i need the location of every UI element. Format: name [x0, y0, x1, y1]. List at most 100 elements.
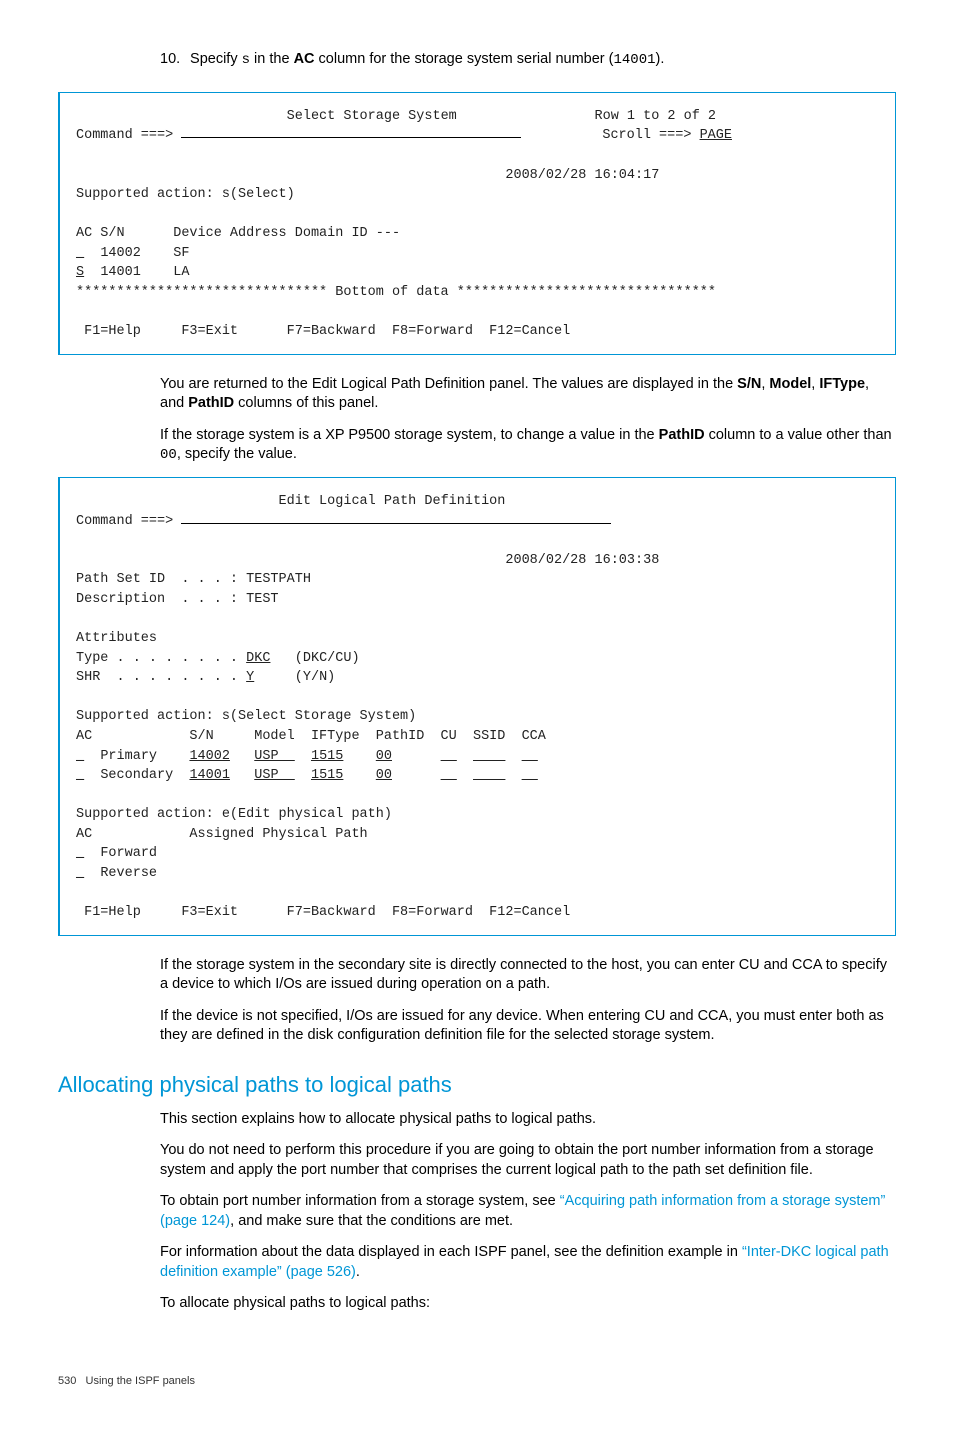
t1-r1-sn: 14002 — [100, 246, 141, 261]
p1-b1: S/N — [737, 376, 761, 392]
p1-b3: IFType — [819, 376, 865, 392]
para-explain: This section explains how to allocate ph… — [160, 1110, 896, 1130]
p2-t3: , specify the value. — [177, 446, 297, 462]
t2-hdr1: AC S/N Model IFType PathID CU SSID CCA — [76, 729, 546, 744]
p1-b4: PathID — [188, 395, 234, 411]
p2-code: 00 — [160, 447, 177, 463]
t1-title-line: Select Storage System Row 1 to 2 of 2 — [76, 109, 716, 124]
t2-r2-cca[interactable] — [522, 768, 538, 783]
p1-t1: You are returned to the Edit Logical Pat… — [160, 376, 737, 392]
section-heading: Allocating physical paths to logical pat… — [58, 1070, 896, 1100]
footer-page: 530 — [58, 1375, 76, 1387]
t2-cmd-input[interactable] — [181, 523, 611, 524]
t1-cmd-label: Command ===> — [76, 128, 173, 143]
step-number: 10. — [160, 50, 186, 70]
para-ispf-info: For information about the data displayed… — [160, 1243, 896, 1282]
t2-r2-sn[interactable]: 14001 — [189, 768, 230, 783]
p7-t1: To obtain port number information from a… — [160, 1193, 560, 1209]
t2-r1-sn[interactable]: 14002 — [189, 749, 230, 764]
t2-type-line: Type . . . . . . . . DKC (DKC/CU) — [76, 651, 360, 666]
step-text-3: column for the storage system serial num… — [315, 51, 614, 67]
t2-timestamp: 2008/02/28 16:03:38 — [505, 553, 659, 568]
t1-header: AC S/N Device Address Domain ID --- — [76, 226, 400, 241]
p8-t1: For information about the data displayed… — [160, 1244, 742, 1260]
t2-row-reverse: _ Reverse — [76, 866, 157, 881]
t1-timestamp: 2008/02/28 16:04:17 — [505, 168, 659, 183]
footer-title: Using the ISPF panels — [86, 1375, 195, 1387]
p1-t2: columns of this panel. — [234, 395, 378, 411]
t2-r2-p[interactable]: 00 — [376, 768, 392, 783]
t2-title: Edit Logical Path Definition — [279, 494, 506, 509]
t1-r1-ac[interactable]: _ — [76, 246, 84, 261]
p8-t2: . — [356, 1264, 360, 1280]
para-to-allocate: To allocate physical paths to logical pa… — [160, 1294, 896, 1314]
t1-r2-ac[interactable]: S — [76, 265, 84, 280]
bold-ac: AC — [294, 51, 315, 67]
t1-rowinfo: Row 1 to 2 of 2 — [595, 109, 717, 124]
t2-r1-cca[interactable] — [522, 749, 538, 764]
t2-sup2: Supported action: e(Edit physical path) — [76, 807, 392, 822]
t2-attrs: Attributes — [76, 631, 157, 646]
t2-cmd-line: Command ===> — [76, 514, 611, 529]
t2-desc: Description . . . : TEST — [76, 592, 279, 607]
t2-r1-cu[interactable] — [441, 749, 457, 764]
t1-bottom: ******************************* Bottom o… — [76, 285, 716, 300]
t2-r2-if[interactable]: 1515 — [311, 768, 343, 783]
p2-t1: If the storage system is a XP P9500 stor… — [160, 427, 659, 443]
t1-fkeys: F1=Help F3=Exit F7=Backward F8=Forward F… — [76, 324, 570, 339]
t1-cmd-input[interactable] — [181, 137, 521, 138]
t1-r2-sn: 14001 — [100, 265, 141, 280]
terminal-edit-logical-path: Edit Logical Path Definition Command ===… — [58, 477, 896, 935]
step-text-1: Specify — [190, 51, 242, 67]
t1-row1: _ 14002 SF — [76, 246, 189, 261]
t1-scroll-label: Scroll ===> — [602, 128, 699, 143]
t2-fwd: Forward — [100, 846, 157, 861]
para-noneed: You do not need to perform this procedur… — [160, 1141, 896, 1180]
t2-row-secondary: _ Secondary 14001 USP 1515 00 — [76, 768, 538, 783]
t2-fkeys: F1=Help F3=Exit F7=Backward F8=Forward F… — [76, 905, 570, 920]
t2-title-line: Edit Logical Path Definition — [76, 494, 505, 509]
para-secondary-host: If the storage system in the secondary s… — [160, 956, 896, 995]
t2-rev-ac[interactable]: _ — [76, 866, 84, 881]
para-device-not-specified: If the device is not specified, I/Os are… — [160, 1007, 896, 1046]
para-p9500: If the storage system is a XP P9500 stor… — [160, 426, 896, 465]
t2-row-primary: _ Primary 14002 USP 1515 00 — [76, 749, 538, 764]
t1-timestamp-line: 2008/02/28 16:04:17 — [76, 168, 659, 183]
t2-type-val[interactable]: DKC — [246, 651, 270, 666]
t2-r1-if[interactable]: 1515 — [311, 749, 343, 764]
code-14001: 14001 — [614, 52, 656, 68]
t2-sup1: Supported action: s(Select Storage Syste… — [76, 709, 416, 724]
t2-r1-p[interactable]: 00 — [376, 749, 392, 764]
step-text-2: in the — [250, 51, 294, 67]
t2-r1-model[interactable]: USP — [254, 749, 295, 764]
t2-cmd-label: Command ===> — [76, 514, 173, 529]
t2-fwd-ac[interactable]: _ — [76, 846, 84, 861]
page-footer: 530 Using the ISPF panels — [58, 1374, 896, 1389]
t2-r1-role: Primary — [100, 749, 173, 764]
t2-shr-val[interactable]: Y — [246, 670, 254, 685]
t2-r1-ac[interactable]: _ — [76, 749, 84, 764]
t2-pathset: Path Set ID . . . : TESTPATH — [76, 572, 311, 587]
t2-r2-role: Secondary — [100, 768, 173, 783]
p7-t2: , and make sure that the conditions are … — [230, 1213, 513, 1229]
t1-supported: Supported action: s(Select) — [76, 187, 295, 202]
t1-scroll-value[interactable]: PAGE — [700, 128, 732, 143]
t1-title: Select Storage System — [287, 109, 457, 124]
t1-r1-dev: SF — [173, 246, 189, 261]
t2-shr-line: SHR . . . . . . . . Y (Y/N) — [76, 670, 335, 685]
para-obtain-port: To obtain port number information from a… — [160, 1192, 896, 1231]
t1-row2: S 14001 LA — [76, 265, 189, 280]
terminal-select-storage: Select Storage System Row 1 to 2 of 2 Co… — [58, 92, 896, 355]
t2-row-forward: _ Forward — [76, 846, 157, 861]
t1-r2-dev: LA — [173, 265, 189, 280]
t2-type-label: Type . . . . . . . . — [76, 651, 246, 666]
t2-rev: Reverse — [100, 866, 157, 881]
t2-r2-ac[interactable]: _ — [76, 768, 84, 783]
t1-cmd-line: Command ===> Scroll ===> PAGE — [76, 128, 732, 143]
t2-shr-opts: (Y/N) — [295, 670, 336, 685]
t2-r1-ssid[interactable] — [473, 749, 505, 764]
t2-r2-ssid[interactable] — [473, 768, 505, 783]
t2-shr-label: SHR . . . . . . . . — [76, 670, 246, 685]
t2-r2-model[interactable]: USP — [254, 768, 295, 783]
t2-r2-cu[interactable] — [441, 768, 457, 783]
